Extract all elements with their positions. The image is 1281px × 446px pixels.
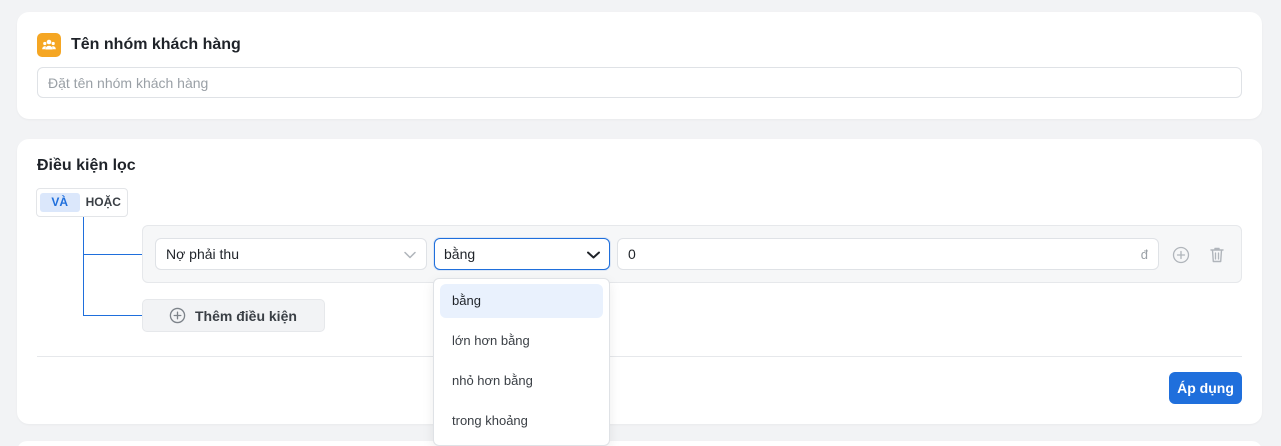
chevron-down-icon: [404, 246, 416, 262]
value-input[interactable]: 0 đ: [617, 238, 1159, 270]
filter-conditions-card: Điều kiện lọc VÀ HOẶC Nợ phải thu bằng 0…: [17, 139, 1262, 424]
group-title-row: Tên nhóm khách hàng: [37, 33, 241, 57]
chevron-down-icon: [587, 246, 600, 262]
divider: [37, 356, 1242, 357]
operator-select-value: bằng: [444, 246, 476, 262]
field-select-value: Nợ phải thu: [166, 246, 240, 262]
trash-icon[interactable]: [1207, 245, 1227, 265]
tree-connector-branch: [83, 254, 143, 255]
operator-option[interactable]: nhỏ hơn bằng: [440, 364, 603, 398]
logic-or-button[interactable]: HOẶC: [83, 193, 124, 212]
plus-circle-icon: [169, 307, 186, 324]
filter-title: Điều kiện lọc: [37, 157, 136, 174]
group-name-input[interactable]: [37, 67, 1242, 98]
operator-option[interactable]: lớn hơn bằng: [440, 324, 603, 358]
plus-circle-icon[interactable]: [1171, 245, 1191, 265]
currency-unit: đ: [1140, 246, 1148, 262]
tree-connector-vertical: [83, 217, 84, 316]
group-title: Tên nhóm khách hàng: [71, 36, 241, 53]
customer-group-card: Tên nhóm khách hàng: [17, 12, 1262, 119]
next-card: [17, 441, 1262, 446]
apply-button[interactable]: Áp dụng: [1169, 372, 1242, 404]
tree-connector-branch: [83, 315, 143, 316]
condition-row: Nợ phải thu bằng 0 đ: [142, 225, 1242, 283]
value-input-text: 0: [628, 246, 636, 262]
operator-option[interactable]: bằng: [440, 284, 603, 318]
group-icon: [37, 33, 61, 57]
logic-toggle: VÀ HOẶC: [36, 188, 128, 217]
add-condition-button[interactable]: Thêm điều kiện: [142, 299, 325, 332]
operator-select[interactable]: bằng: [434, 238, 610, 270]
operator-option[interactable]: trong khoảng: [440, 404, 603, 438]
add-condition-label: Thêm điều kiện: [195, 307, 297, 324]
logic-and-button[interactable]: VÀ: [40, 193, 80, 212]
field-select[interactable]: Nợ phải thu: [155, 238, 427, 270]
operator-dropdown: bằng lớn hơn bằng nhỏ hơn bằng trong kho…: [433, 278, 610, 446]
